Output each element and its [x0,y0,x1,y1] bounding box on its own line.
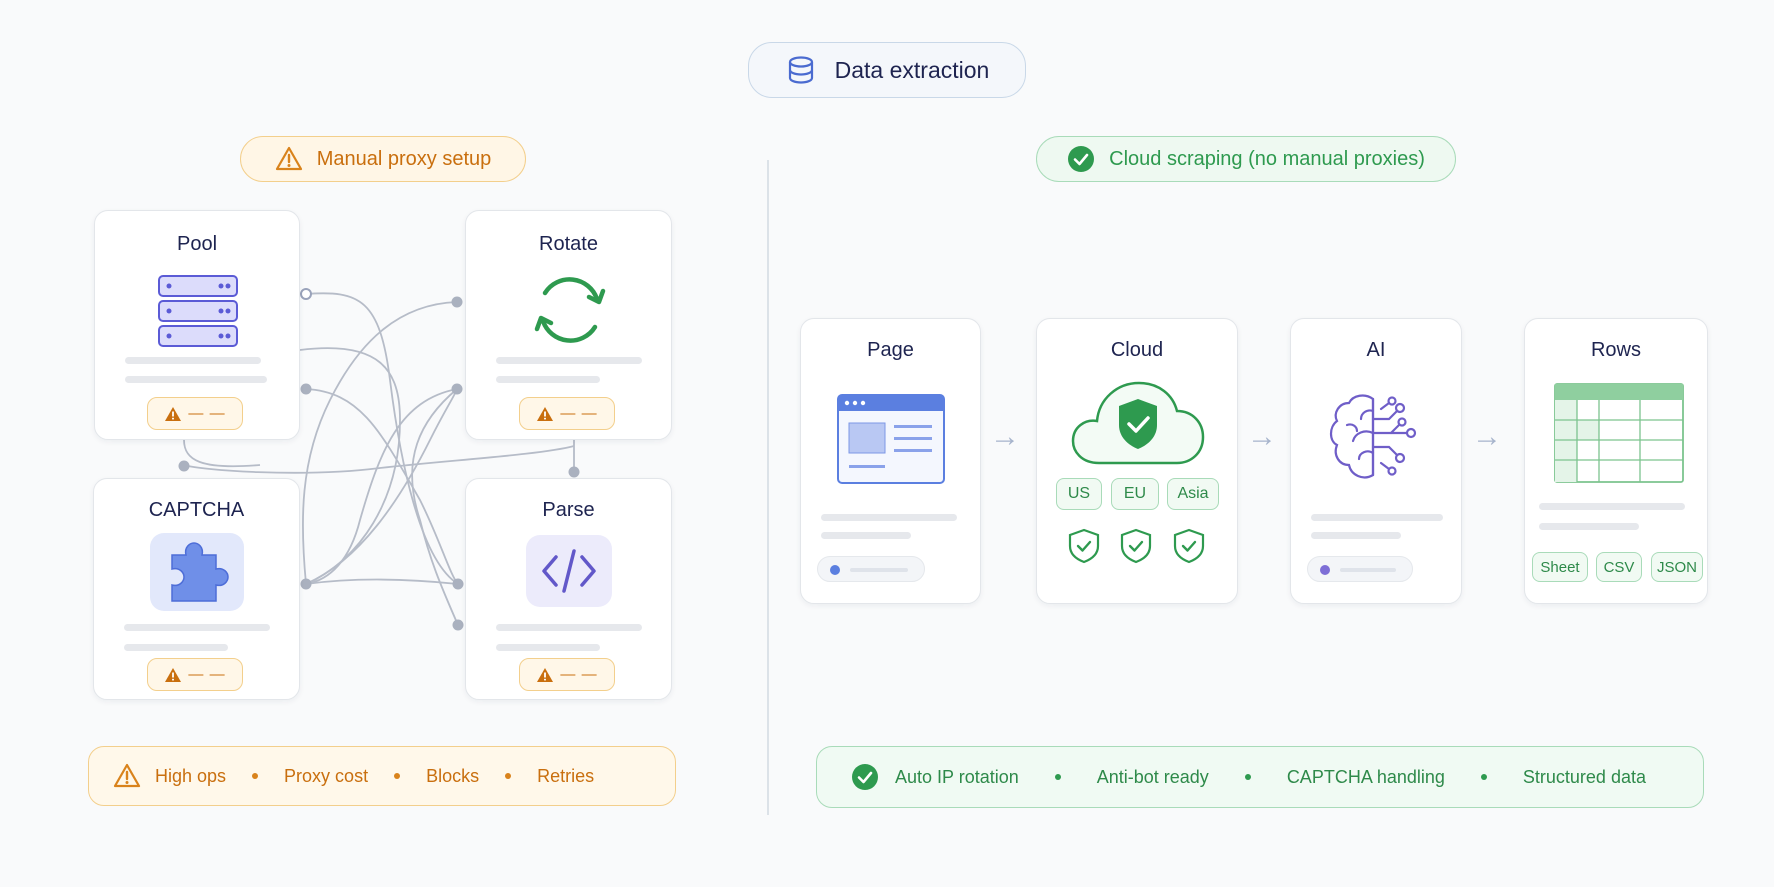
cloud-scraping-badge-label: Cloud scraping (no manual proxies) [1109,147,1425,170]
format-tag-csv: CSV [1596,552,1642,582]
placeholder-line [1539,503,1685,510]
arrow-right-icon: → [990,420,1020,453]
status-pill [817,556,925,582]
diagram-title-text: Data extraction [834,56,990,83]
placeholder-line [124,644,228,651]
parse-card-title: Parse [542,499,595,521]
parse-card: Parse — — [465,478,672,700]
warning-badge: — — [519,658,615,691]
region-tag-asia: Asia [1167,478,1219,510]
cloud-card-title: Cloud [1110,339,1164,361]
separator-dot [1244,774,1251,780]
shield-check-icon [1120,528,1152,564]
warning-dash: — — [560,666,598,683]
database-icon [788,56,813,84]
placeholder-line [1539,523,1639,530]
separator-dot [1054,774,1061,780]
status-pill [1307,556,1413,582]
warning-badge: — — [519,397,615,430]
placeholder-line [821,514,957,521]
diagram-title: Data extraction [748,42,1026,98]
warning-dash: — — [188,405,226,422]
captcha-card: CAPTCHA — — [93,478,300,700]
placeholder-line [496,624,642,631]
arrow-right-icon: → [1247,420,1277,453]
puzzle-icon [171,542,229,602]
issue-proxy-cost: Proxy cost [284,765,369,786]
rotate-card-title: Rotate [539,233,598,255]
benefits-bar: Auto IP rotation Anti-bot ready CAPTCHA … [816,746,1704,808]
check-circle-icon [1068,146,1095,172]
warning-icon [537,667,554,682]
refresh-icon [534,277,606,343]
ai-card: AI [1290,318,1462,604]
separator-dot [505,773,512,779]
placeholder-line [1311,514,1443,521]
warning-badge: — — [147,397,243,430]
placeholder-line [124,624,270,631]
page-card-title: Page [867,339,914,361]
placeholder-line [1311,532,1401,539]
placeholder-line [125,376,267,383]
pool-card-title: Pool [176,233,218,255]
warning-icon [165,667,182,682]
benefit-structured-data: Structured data [1522,766,1646,787]
separator-dot [394,773,401,779]
placeholder-line [125,357,261,364]
warning-icon [113,763,141,788]
pool-card: Pool — — [94,210,300,440]
shield-check-icon [1173,528,1205,564]
warning-dash: — — [560,405,598,422]
issue-blocks: Blocks [426,765,480,786]
captcha-card-title: CAPTCHA [148,499,245,521]
issue-high-ops: High ops [155,765,227,786]
benefit-auto-ip-rotation: Auto IP rotation [895,766,1019,787]
warning-icon [165,406,182,421]
issues-bar: High ops Proxy cost Blocks Retries [88,746,676,806]
server-icon [158,275,238,347]
rows-card-title: Rows [1590,339,1641,361]
issue-retries: Retries [537,765,595,786]
format-tag-sheet: Sheet [1532,552,1588,582]
check-circle-icon [852,764,878,790]
benefit-anti-bot-ready: Anti-bot ready [1096,766,1209,787]
region-tag-eu: EU [1111,478,1159,510]
benefit-captcha-handling: CAPTCHA handling [1286,766,1445,787]
cloud-scraping-badge: Cloud scraping (no manual proxies) [1036,136,1456,182]
warning-dash: — — [188,666,226,683]
code-icon [542,549,596,593]
rotate-card: Rotate — — [465,210,672,440]
placeholder-line [821,532,911,539]
page-card: Page [800,318,981,604]
spreadsheet-icon [1554,383,1684,483]
placeholder-line [496,644,600,651]
arrow-right-icon: → [1472,420,1502,453]
warning-badge: — — [147,658,243,691]
cloud-shield-icon [1071,381,1205,465]
placeholder-line [496,357,642,364]
separator-dot [1480,774,1487,780]
browser-window-icon [837,394,945,484]
region-tag-us: US [1056,478,1102,510]
ai-card-title: AI [1366,339,1386,361]
warning-icon [537,406,554,421]
ai-brain-icon [1329,394,1417,479]
format-tag-json: JSON [1651,552,1703,582]
separator-dot [252,773,259,779]
shield-check-icon [1068,528,1100,564]
placeholder-line [496,376,600,383]
